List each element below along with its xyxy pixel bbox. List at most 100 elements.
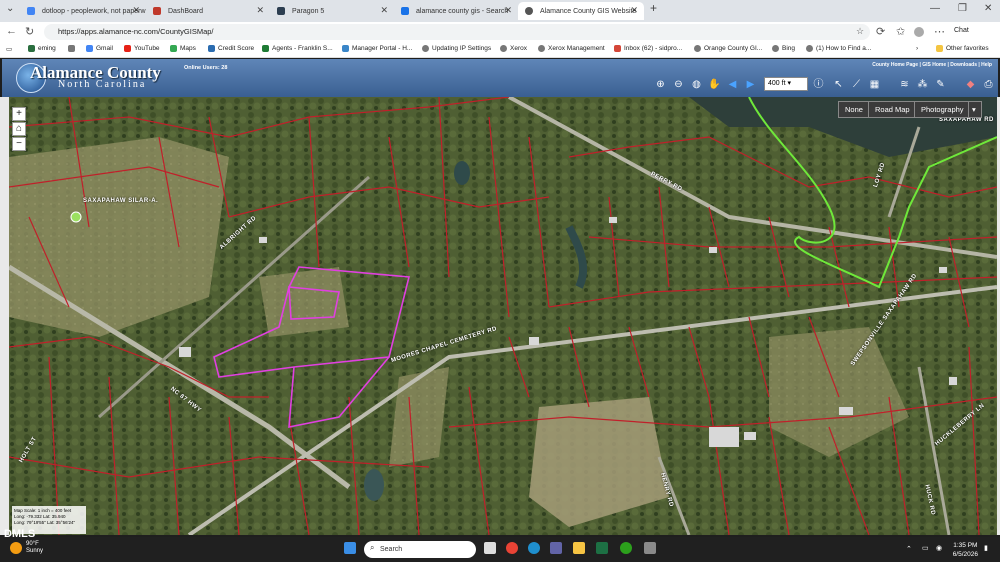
- new-tab-button[interactable]: +: [650, 1, 657, 15]
- bookmark-icon: [262, 45, 269, 52]
- tab-dotloop[interactable]: dotloop - peoplework, not paperw ✕: [20, 2, 146, 20]
- favorites-bar: ▭ eming Gmail YouTube Maps Credit Score …: [0, 42, 1000, 58]
- eraser-icon[interactable]: ◆: [964, 78, 977, 91]
- header-links[interactable]: County Home Page | GIS Home | Downloads …: [872, 62, 992, 68]
- chat-button[interactable]: Chat: [954, 27, 969, 34]
- folder-icon[interactable]: ▭: [6, 45, 12, 53]
- chrome-icon[interactable]: [506, 542, 518, 554]
- close-icon[interactable]: ✕: [630, 5, 638, 16]
- pond: [364, 469, 384, 501]
- favorite-item[interactable]: Orange County GI...: [694, 45, 762, 52]
- chevron-up-icon[interactable]: ⌃: [906, 545, 912, 553]
- full-extent-icon[interactable]: ◍: [690, 78, 703, 91]
- favorite-item[interactable]: Bing: [772, 45, 795, 52]
- buffer-icon[interactable]: ⁂: [916, 78, 929, 91]
- forward-extent-icon[interactable]: ▶: [744, 78, 757, 91]
- pan-icon[interactable]: ✋: [708, 78, 721, 91]
- tab-search[interactable]: alamance county gis - Search ✕: [394, 2, 518, 20]
- favorites-icon[interactable]: ✩: [896, 25, 905, 38]
- back-icon[interactable]: ←: [6, 25, 17, 37]
- favorite-item[interactable]: Manager Portal - H...: [342, 45, 412, 52]
- weather-widget[interactable]: 90°F Sunny: [26, 541, 43, 555]
- favorite-item[interactable]: Maps: [170, 45, 196, 52]
- location-marker-icon[interactable]: [70, 211, 82, 223]
- tab-label: DashBoard: [168, 7, 204, 15]
- avatar[interactable]: [914, 27, 924, 37]
- layers-icon[interactable]: ≋: [898, 78, 911, 91]
- close-icon[interactable]: ✕: [132, 5, 140, 16]
- settings-icon[interactable]: [644, 542, 656, 554]
- teams-icon[interactable]: [550, 542, 562, 554]
- back-extent-icon[interactable]: ◀: [726, 78, 739, 91]
- tab-label: Paragon 5: [292, 7, 325, 15]
- close-window-button[interactable]: ✕: [984, 3, 992, 14]
- star-icon[interactable]: ☆: [856, 26, 864, 37]
- tab-label: alamance county gis - Search: [416, 7, 509, 15]
- favorite-item[interactable]: Credit Score: [208, 45, 254, 52]
- extensions-icon[interactable]: ⟳: [876, 25, 885, 38]
- notification-icon[interactable]: ▮: [984, 544, 988, 552]
- url-field[interactable]: https://apps.alamance-nc.com/CountyGISMa…: [44, 24, 870, 40]
- other-favorites[interactable]: Other favorites: [936, 45, 989, 52]
- select-arrow-icon[interactable]: ↖: [832, 78, 845, 91]
- online-users: Online Users: 28: [184, 65, 228, 71]
- more-icon[interactable]: ⋯: [934, 25, 945, 38]
- pond: [454, 161, 470, 185]
- chevron-right-icon[interactable]: ›: [916, 45, 918, 52]
- draw-icon[interactable]: ✎: [934, 78, 947, 91]
- weather-sun-icon[interactable]: [10, 542, 22, 554]
- favorite-label: Credit Score: [218, 45, 255, 52]
- identify-icon[interactable]: ⓘ: [812, 78, 825, 91]
- zoom-in-icon[interactable]: ⊕: [654, 78, 667, 91]
- maximize-button[interactable]: ❐: [958, 3, 967, 14]
- favorite-item[interactable]: [68, 45, 75, 52]
- volume-icon[interactable]: ◉: [936, 544, 942, 552]
- search-icon: ⌕: [370, 543, 375, 552]
- print-icon[interactable]: ⎙: [982, 78, 995, 91]
- tab-paragon[interactable]: Paragon 5 ✕: [270, 2, 394, 20]
- map-canvas[interactable]: SAXAPAHAW SILAR-A. ALBRIGHT RD PERRY RD …: [9, 97, 997, 535]
- favorite-item[interactable]: Updating IP Settings: [422, 45, 491, 52]
- favorite-item[interactable]: YouTube: [124, 45, 160, 52]
- refresh-icon[interactable]: ↻: [25, 25, 34, 38]
- taskbar-search[interactable]: Search: [364, 541, 476, 558]
- basemap-photography[interactable]: Photography: [914, 101, 971, 118]
- globe-icon: [806, 45, 813, 52]
- zoom-in-button[interactable]: +: [12, 107, 26, 121]
- tab-gis-website[interactable]: Alamance County GIS Website ✕: [518, 2, 644, 20]
- favorite-item[interactable]: Xerox: [500, 45, 527, 52]
- aerial-map[interactable]: [9, 97, 997, 535]
- tab-list-icon[interactable]: ⌄: [6, 3, 14, 14]
- favorite-item[interactable]: Inbox (62) - sidpro...: [614, 45, 682, 52]
- favorite-item[interactable]: eming: [28, 45, 56, 52]
- tab-dashboard[interactable]: DashBoard ✕: [146, 2, 270, 20]
- legend-icon[interactable]: ▦: [868, 78, 881, 91]
- url-text: https://apps.alamance-nc.com/CountyGISMa…: [58, 27, 214, 36]
- windows-start-icon[interactable]: [344, 542, 356, 554]
- system-clock[interactable]: 1:35 PM 6/5/2026: [953, 541, 978, 559]
- basemap-none[interactable]: None: [838, 101, 870, 118]
- scale-select[interactable]: 400 ft ▾: [764, 77, 808, 91]
- favorite-item[interactable]: Gmail: [86, 45, 113, 52]
- close-icon[interactable]: ✕: [380, 5, 388, 16]
- network-icon[interactable]: ▭: [922, 544, 929, 552]
- favorite-label: YouTube: [134, 45, 160, 52]
- basemap-dropdown-icon[interactable]: ▾: [968, 101, 982, 118]
- home-button[interactable]: ⌂: [12, 122, 26, 136]
- favorite-item[interactable]: Xerox Management: [538, 45, 605, 52]
- measure-icon[interactable]: ⟋: [850, 78, 863, 91]
- edge-icon[interactable]: [528, 542, 540, 554]
- quickbooks-icon[interactable]: [620, 542, 632, 554]
- minimize-button[interactable]: —: [930, 3, 940, 14]
- favorite-item[interactable]: (1) How to Find a...: [806, 45, 871, 52]
- zoom-out-button[interactable]: −: [12, 137, 26, 151]
- basemap-road-map[interactable]: Road Map: [868, 101, 917, 118]
- zoom-out-icon[interactable]: ⊖: [672, 78, 685, 91]
- favorite-item[interactable]: Agents - Franklin S...: [262, 45, 333, 52]
- zoom-controls: + ⌂ −: [12, 107, 26, 151]
- file-explorer-icon[interactable]: [573, 542, 585, 554]
- task-view-icon[interactable]: [484, 542, 496, 554]
- excel-icon[interactable]: [596, 542, 608, 554]
- close-icon[interactable]: ✕: [256, 5, 264, 16]
- close-icon[interactable]: ✕: [504, 5, 512, 16]
